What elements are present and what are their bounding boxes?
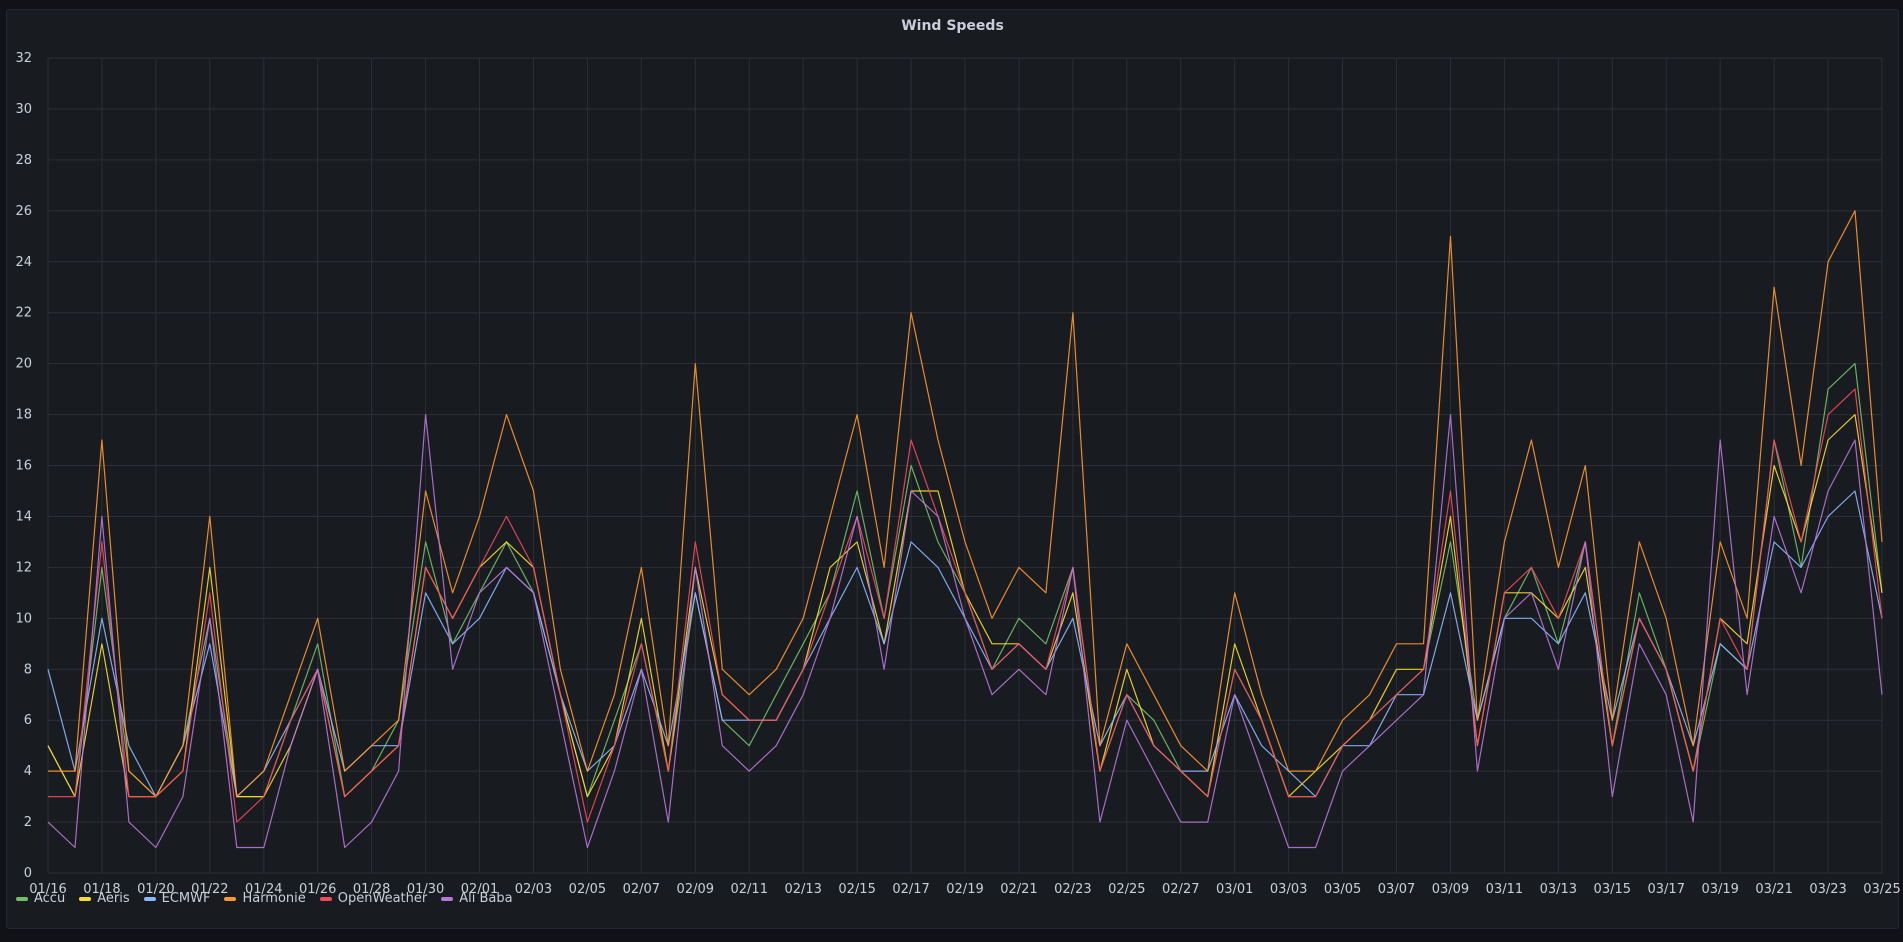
chart-plot: 0246810121416182022242628303201/16 01/18 0…	[15, 51, 1900, 897]
x-tick-label: 02/15	[838, 882, 875, 897]
x-tick-label: 02/09	[677, 882, 714, 897]
y-tick-label: 0	[24, 866, 32, 881]
y-tick-label: 14	[15, 509, 32, 524]
y-tick-label: 24	[15, 255, 32, 270]
y-tick-label: 6	[24, 713, 32, 728]
x-tick-label: 03/23	[1809, 882, 1846, 897]
y-tick-label: 16	[15, 459, 32, 474]
legend-label: OpenWeather	[337, 891, 428, 906]
x-tick-label: 03/17	[1648, 882, 1685, 897]
y-tick-label: 32	[15, 51, 32, 66]
x-tick-label: 03/07	[1378, 882, 1415, 897]
x-tick-label: 02/25	[1108, 882, 1145, 897]
y-tick-label: 18	[15, 408, 32, 423]
legend-label: Aeris	[97, 891, 130, 906]
legend-swatch	[79, 896, 92, 901]
legend-swatch	[224, 896, 237, 901]
x-tick-label: 03/25	[1863, 882, 1900, 897]
legend: Accu Aeris ECMWF Harmonie OpenWeather Ali Bab…	[16, 891, 513, 906]
legend-swatch	[441, 896, 454, 901]
x-tick-label: 02/05	[569, 882, 606, 897]
y-tick-label: 28	[15, 153, 32, 168]
legend-label: ECMWF	[161, 891, 211, 906]
y-tick-label: 22	[15, 306, 32, 321]
y-tick-label: 12	[15, 560, 32, 575]
x-tick-label: 02/27	[1162, 882, 1199, 897]
x-tick-label: 02/11	[731, 882, 768, 897]
legend-swatch	[16, 896, 28, 901]
legend-item-harmonie[interactable]: Harmonie	[224, 891, 306, 906]
x-tick-label: 03/15	[1594, 882, 1631, 897]
x-tick-label: 03/21	[1755, 882, 1792, 897]
x-tick-label: 03/19	[1701, 882, 1738, 897]
legend-label: Harmonie	[242, 891, 306, 906]
legend-swatch	[319, 896, 332, 901]
legend-item-accu[interactable]: Accu	[16, 891, 65, 906]
legend-item-ali-baba[interactable]: Ali Baba	[441, 891, 513, 906]
x-tick-label: 02/13	[784, 882, 821, 897]
legend-item-ecmwf[interactable]: ECMWF	[143, 891, 211, 906]
y-tick-label: 4	[24, 764, 32, 779]
x-tick-label: 02/21	[1000, 882, 1037, 897]
x-tick-label: 03/11	[1486, 882, 1523, 897]
legend-label: Ali Baba	[459, 891, 513, 906]
y-tick-label: 26	[15, 204, 32, 219]
x-tick-label: 02/19	[946, 882, 983, 897]
x-tick-label: 03/13	[1540, 882, 1577, 897]
x-tick-label: 02/03	[515, 882, 552, 897]
legend-label: Accu	[34, 891, 66, 906]
y-tick-label: 8	[24, 662, 32, 677]
x-tick-label: 03/01	[1216, 882, 1253, 897]
y-tick-label: 20	[15, 357, 32, 372]
x-tick-label: 02/17	[892, 882, 929, 897]
x-tick-label: 03/03	[1270, 882, 1307, 897]
x-tick-label: 03/09	[1432, 882, 1469, 897]
legend-swatch	[143, 896, 156, 901]
y-tick-label: 10	[15, 611, 32, 626]
x-tick-label: 03/05	[1324, 882, 1361, 897]
legend-item-openweather[interactable]: OpenWeather	[319, 891, 428, 906]
y-tick-label: 30	[15, 102, 32, 117]
x-tick-label: 02/23	[1054, 882, 1091, 897]
y-tick-label: 2	[24, 815, 32, 830]
legend-item-aeris[interactable]: Aeris	[79, 891, 130, 906]
x-tick-label: 02/07	[623, 882, 660, 897]
